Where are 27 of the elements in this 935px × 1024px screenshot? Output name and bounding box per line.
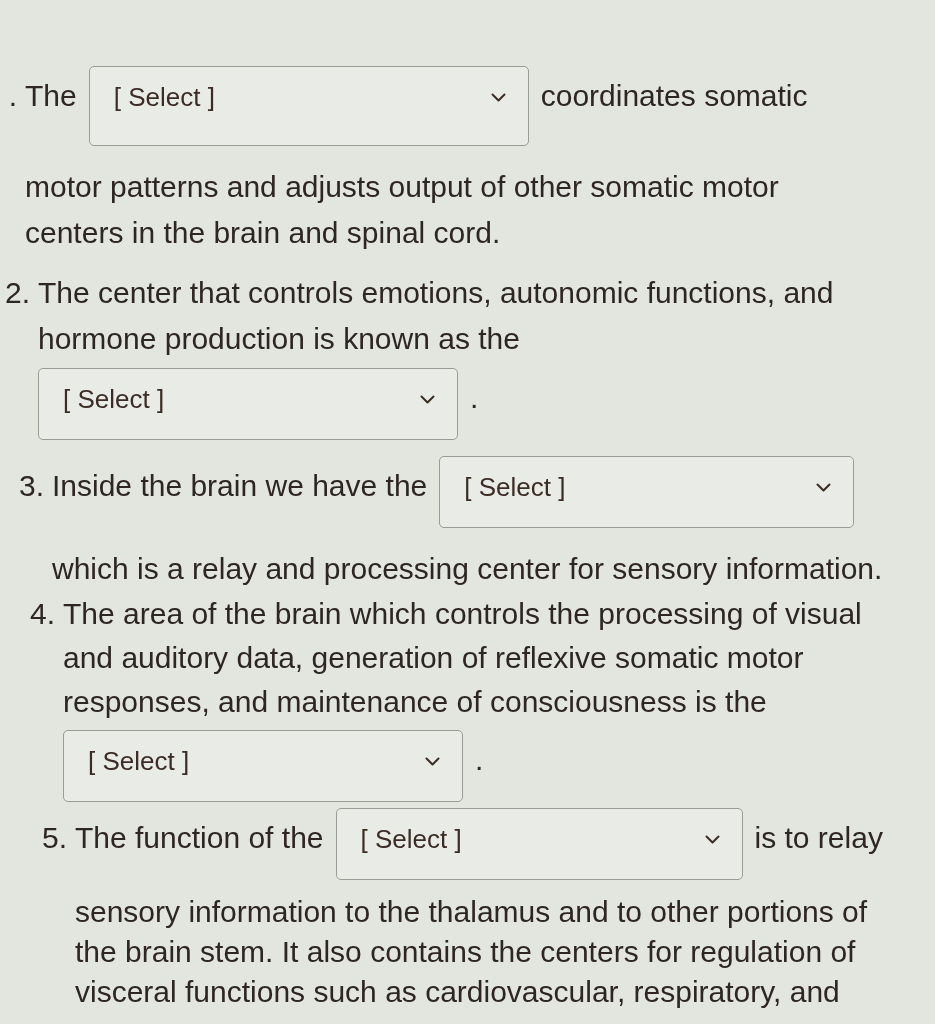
question-text: The center that controls emotions, autonomic functions, and hormone production is known as the bbox=[38, 275, 835, 357]
question-text: sensory information to the thalamus and to other portions of the brain stem. It also contains the centers for regulation of visceral functions such as cardiovascular, respiratory, and bbox=[75, 894, 869, 1010]
question-number: . bbox=[7, 78, 18, 114]
chevron-down-icon bbox=[425, 757, 440, 766]
question-text: coordinates somatic bbox=[540, 78, 808, 114]
question-text: . bbox=[470, 380, 479, 416]
question-text: The function of the bbox=[75, 820, 324, 856]
select-dropdown[interactable]: [ Select ] bbox=[88, 66, 529, 146]
question-number: 4. bbox=[29, 596, 56, 632]
question-number: 3. bbox=[18, 468, 45, 504]
chevron-down-icon bbox=[490, 93, 506, 102]
question-text: . bbox=[475, 742, 484, 778]
question-text: is to relay bbox=[754, 820, 883, 856]
chevron-down-icon bbox=[816, 483, 832, 492]
question-number: 5. bbox=[41, 820, 68, 856]
question-text: Inside the brain we have the bbox=[52, 468, 428, 504]
select-dropdown[interactable]: [ Select ] bbox=[63, 730, 463, 802]
question-text: which is a relay and processing center for sensory information. bbox=[52, 551, 884, 587]
select-dropdown[interactable]: [ Select ] bbox=[439, 456, 855, 528]
select-dropdown[interactable]: [ Select ] bbox=[38, 368, 458, 440]
chevron-down-icon bbox=[420, 395, 435, 404]
question-text: motor patterns and adjusts output of other somatic motor centers in the brain and spinal cord. bbox=[25, 169, 780, 251]
select-dropdown[interactable]: [ Select ] bbox=[335, 808, 743, 880]
question-text: The bbox=[25, 78, 77, 114]
chevron-down-icon bbox=[704, 835, 720, 844]
question-number: 2. bbox=[4, 275, 31, 311]
question-text: The area of the brain which controls the processing of visual and auditory data, generation of reflexive somatic motor responses, and maintenance of consciousness is the bbox=[63, 596, 863, 720]
